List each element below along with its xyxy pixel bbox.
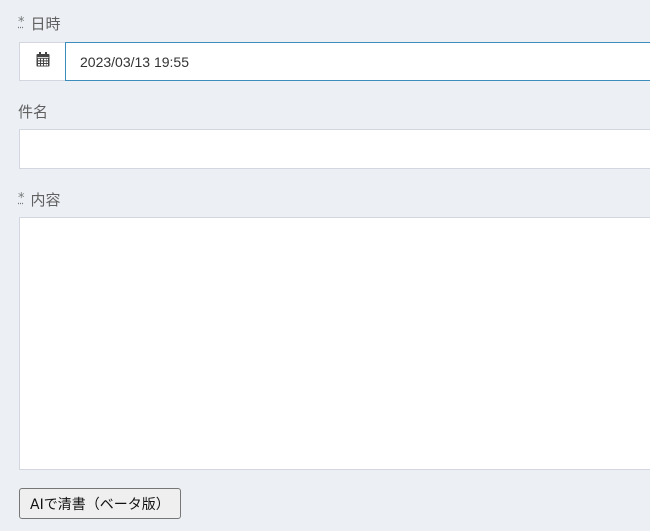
calendar-icon — [36, 52, 50, 71]
content-label-row: * 内容 — [18, 189, 61, 210]
subject-input[interactable] — [19, 129, 650, 169]
datetime-input[interactable]: 2023/03/13 19:55 — [65, 42, 650, 81]
required-mark: * — [18, 191, 25, 206]
datetime-label: 日時 — [30, 15, 61, 33]
datetime-label-row: * 日時 — [18, 13, 61, 34]
required-mark: * — [18, 15, 25, 30]
subject-label-row: 件名 — [18, 101, 48, 122]
ai-cleanup-button[interactable]: AIで清書（ベータ版） — [19, 488, 181, 519]
content-label: 内容 — [30, 191, 61, 209]
content-textarea[interactable] — [19, 217, 650, 470]
entry-form: * 日時 2023/03/13 19:55 件名 * 内容 AIで清書（ベータ版… — [0, 0, 650, 531]
subject-label: 件名 — [18, 103, 49, 121]
datetime-input-group: 2023/03/13 19:55 — [19, 42, 650, 81]
calendar-addon[interactable] — [19, 42, 65, 81]
